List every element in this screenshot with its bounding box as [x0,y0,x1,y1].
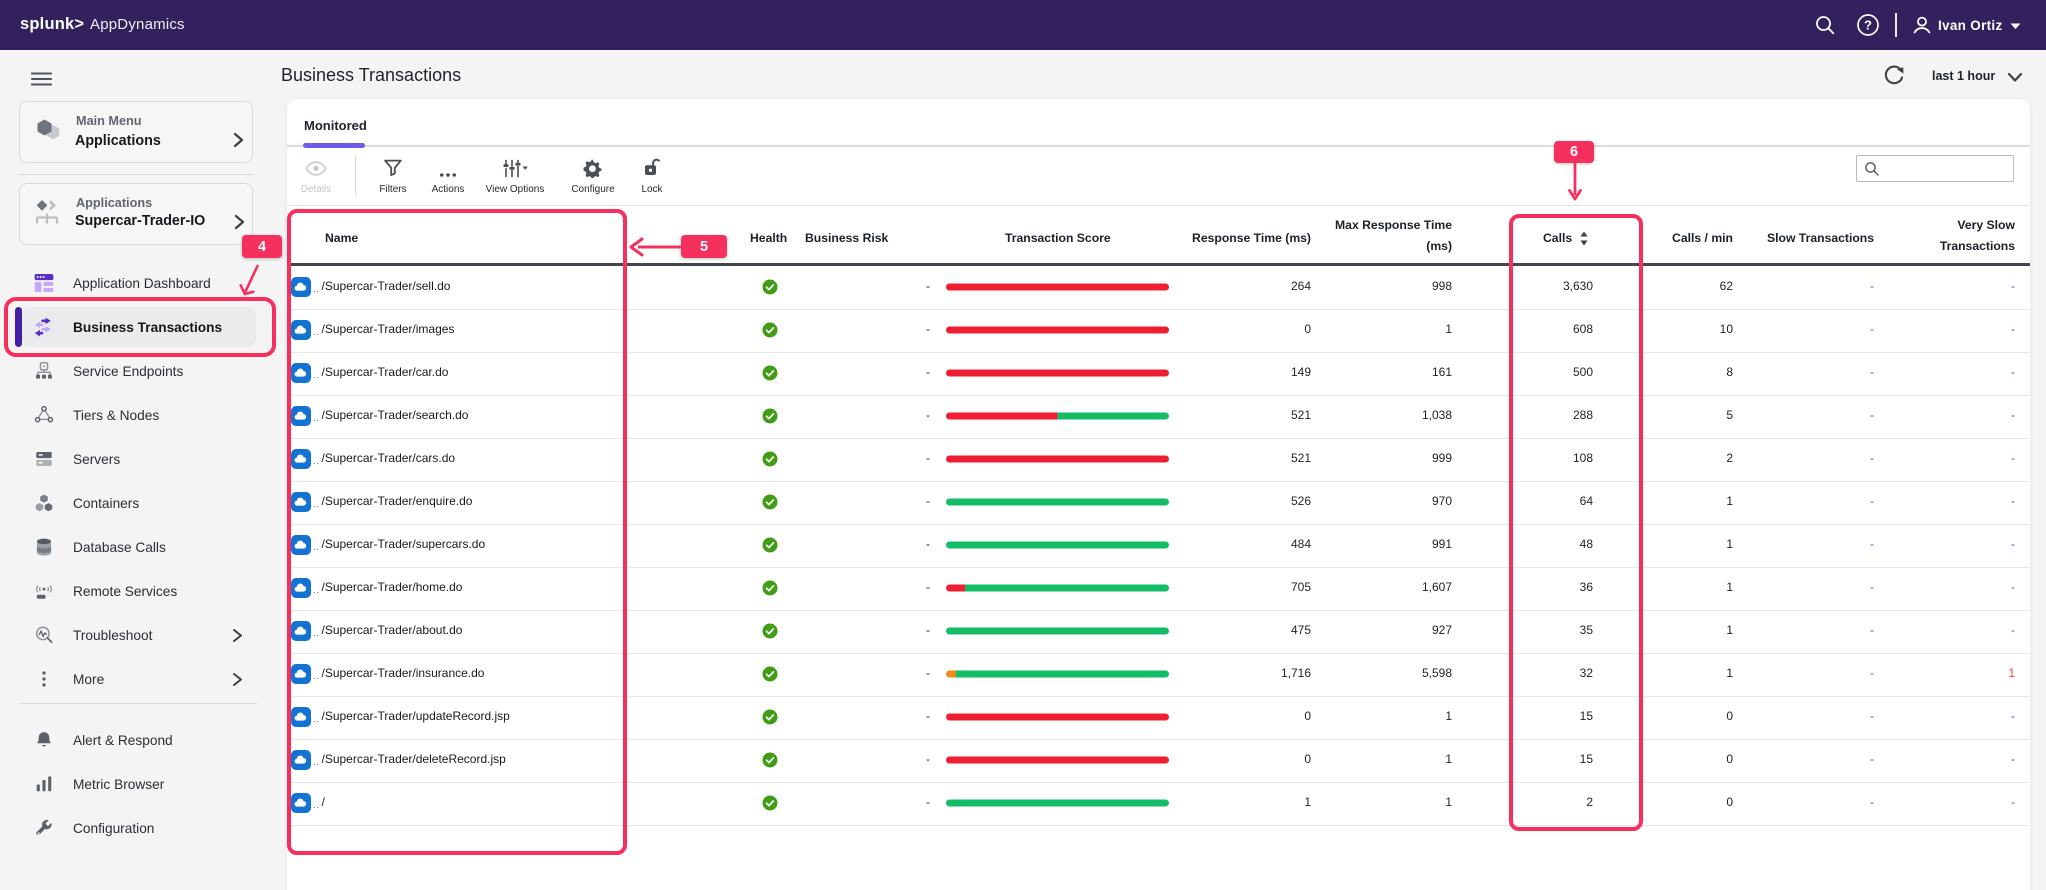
svg-text:?: ? [1864,18,1872,33]
